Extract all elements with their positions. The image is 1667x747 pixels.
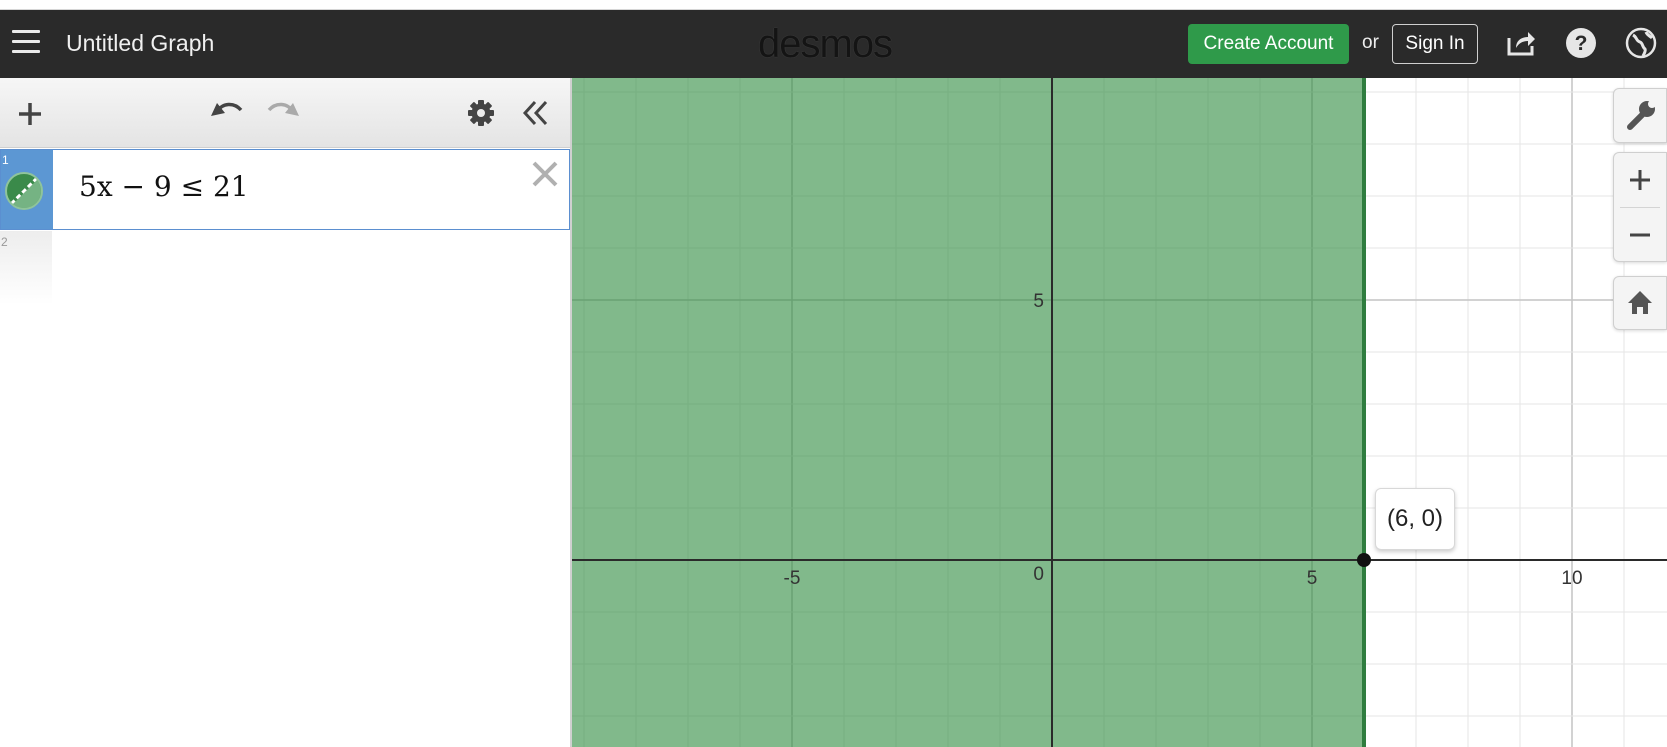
zoom-out-icon[interactable] xyxy=(1614,208,1666,262)
zoom-controls xyxy=(1613,152,1667,262)
wrench-icon xyxy=(1627,100,1656,130)
zoom-in-icon[interactable] xyxy=(1614,153,1666,207)
desmos-logo: desmos xyxy=(758,22,893,66)
home-icon xyxy=(1628,291,1652,314)
redo-icon[interactable] xyxy=(264,96,302,126)
x-tick-label: -5 xyxy=(784,568,801,589)
help-icon[interactable]: ? xyxy=(1564,26,1598,60)
top-strip xyxy=(0,0,1667,10)
x-tick-label: 5 xyxy=(1307,568,1318,589)
or-label: or xyxy=(1362,32,1379,53)
expression-item-1[interactable]: 1 5x − 9 ≤ 21 xyxy=(0,149,570,230)
share-icon[interactable] xyxy=(1504,26,1538,60)
expression-gutter: 1 xyxy=(1,150,53,229)
expression-gutter: 2 xyxy=(0,231,52,305)
graph-settings-button[interactable] xyxy=(1613,88,1667,143)
expression-toolbar xyxy=(0,78,570,148)
graph-title[interactable]: Untitled Graph xyxy=(66,30,214,57)
default-viewport-button[interactable] xyxy=(1613,276,1667,330)
sign-in-button[interactable]: Sign In xyxy=(1392,24,1478,64)
origin-label: 0 xyxy=(1033,564,1044,585)
add-expression-icon[interactable] xyxy=(16,100,44,128)
delete-expression-icon[interactable] xyxy=(529,158,561,190)
expression-item-2[interactable]: 2 xyxy=(0,231,570,305)
menu-icon[interactable] xyxy=(12,30,42,56)
expression-number: 2 xyxy=(1,235,8,249)
svg-text:?: ? xyxy=(1575,32,1588,55)
inequality-shaded-region xyxy=(572,78,1364,747)
collapse-panel-icon[interactable] xyxy=(520,98,550,128)
settings-gear-icon[interactable] xyxy=(466,98,496,128)
globe-icon[interactable] xyxy=(1624,26,1658,60)
graph-paper[interactable]: -5 5 10 5 0 xyxy=(572,78,1667,747)
undo-icon[interactable] xyxy=(208,96,246,126)
x-tick-label: 10 xyxy=(1561,568,1582,589)
y-tick-label: 5 xyxy=(1033,291,1044,312)
app-header: Untitled Graph desmos Create Account or … xyxy=(0,10,1667,78)
intercept-point xyxy=(1357,553,1371,567)
expression-input[interactable]: 5x − 9 ≤ 21 xyxy=(79,170,249,203)
point-label-tooltip: (6, 0) xyxy=(1375,488,1455,550)
expression-number: 1 xyxy=(2,153,9,167)
create-account-button[interactable]: Create Account xyxy=(1188,24,1349,64)
graph-canvas[interactable]: -5 5 10 5 0 xyxy=(572,78,1667,747)
inequality-color-icon[interactable] xyxy=(5,172,43,210)
